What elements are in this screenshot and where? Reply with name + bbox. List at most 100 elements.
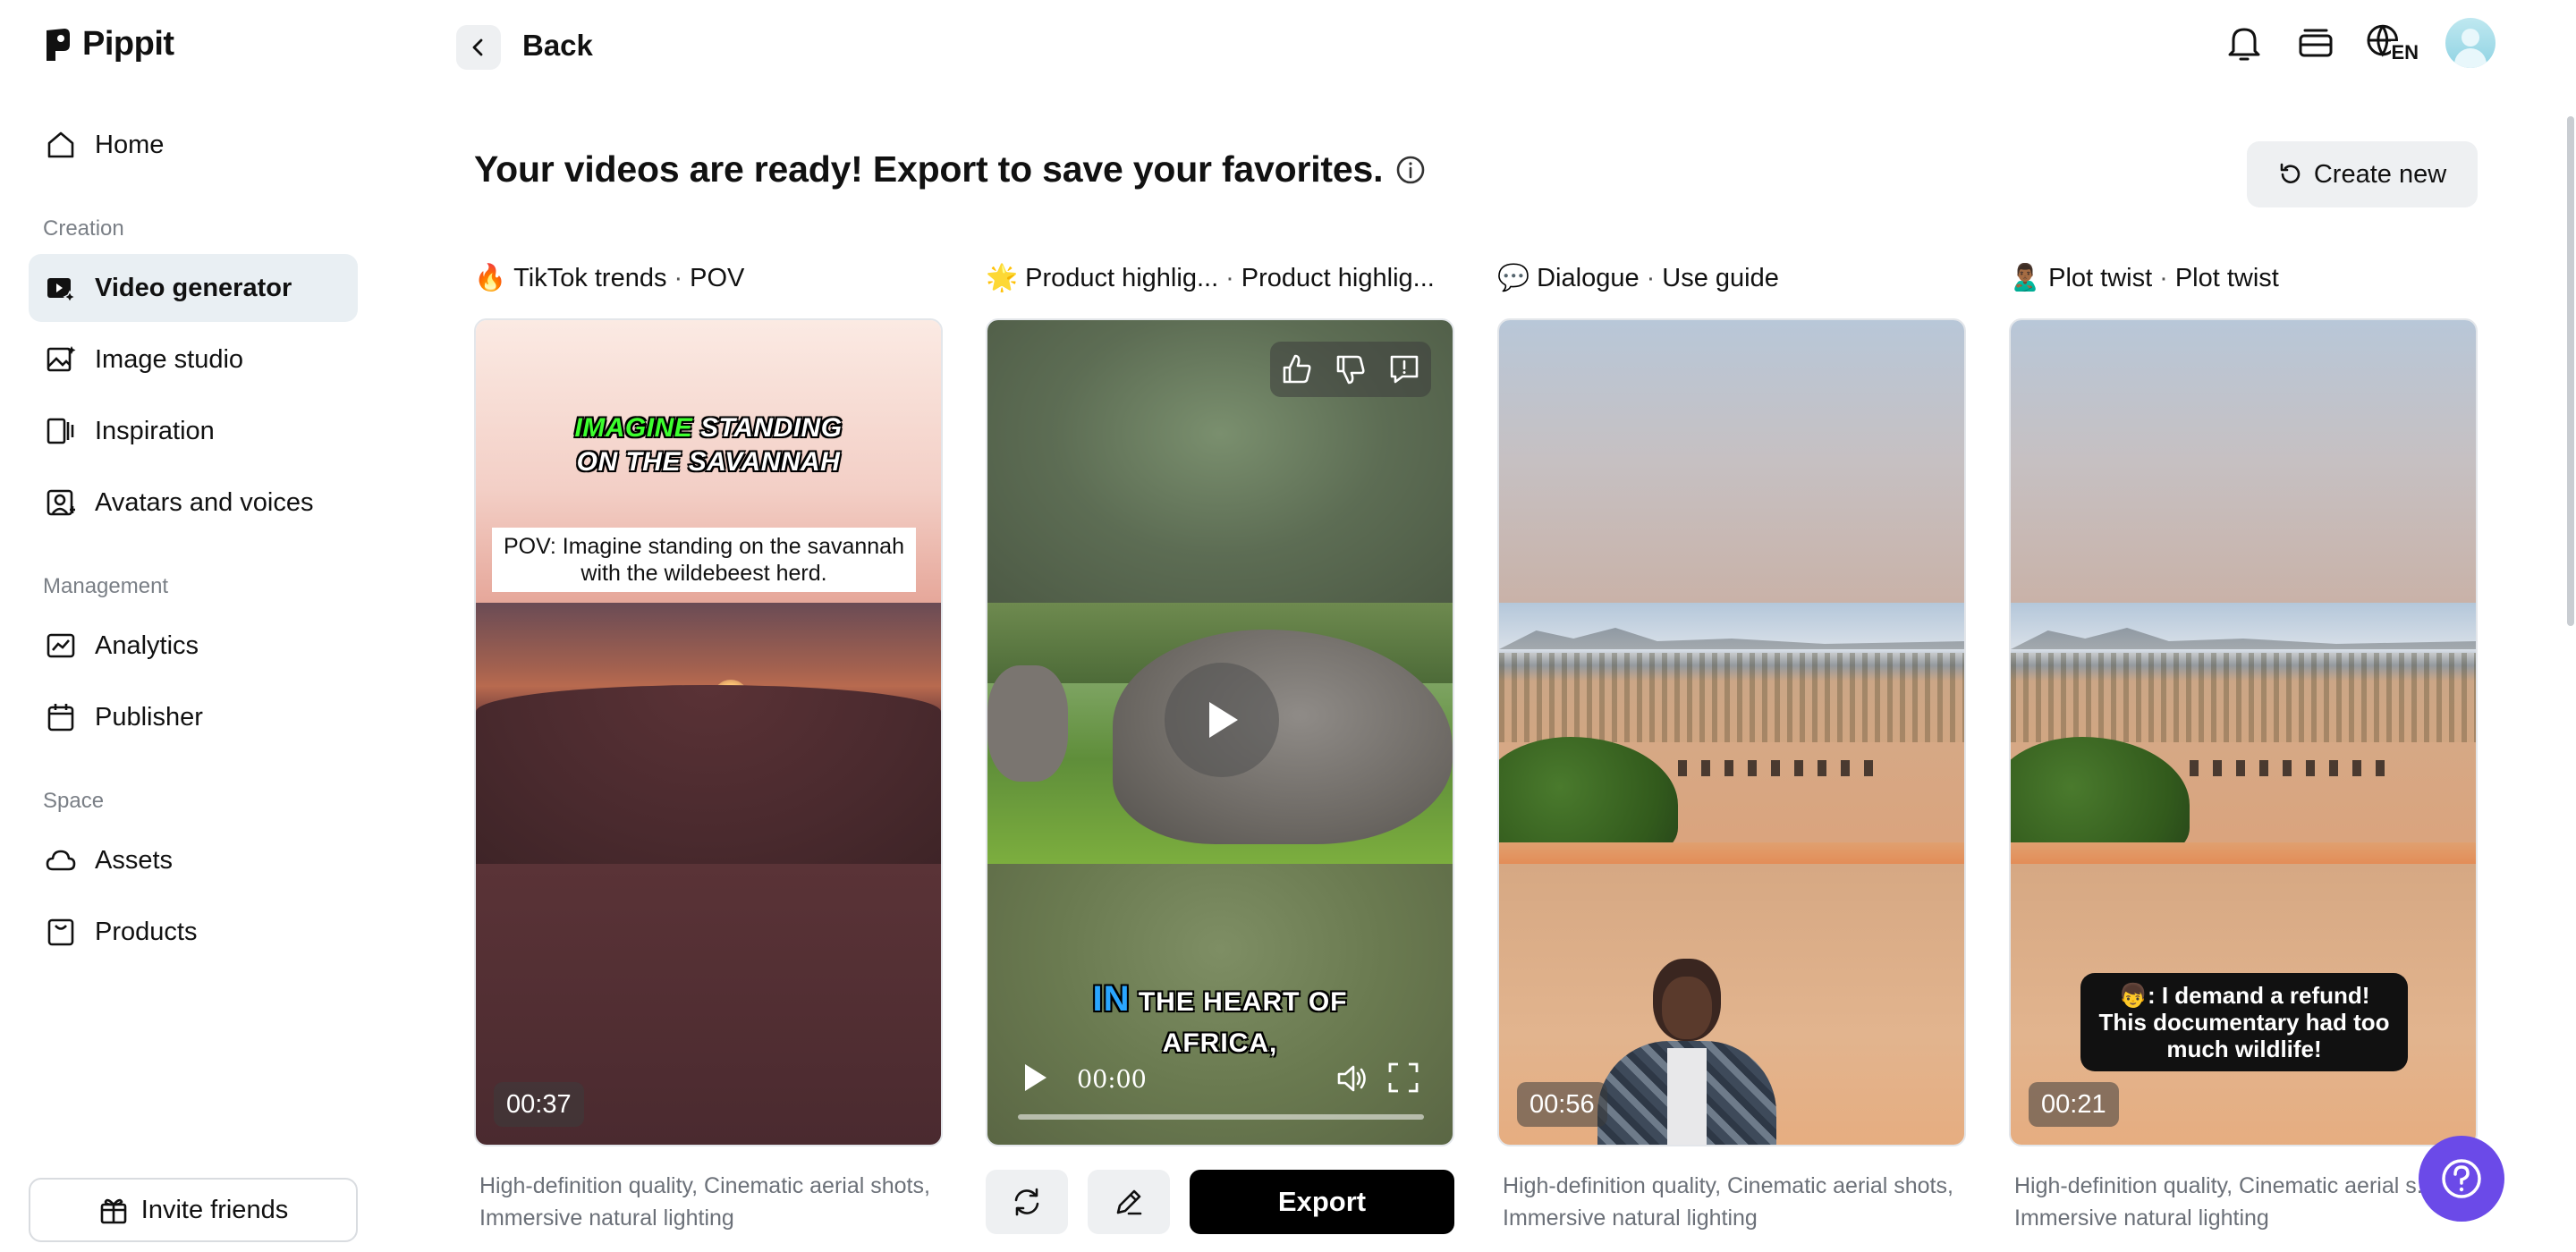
play-icon[interactable] [1020,1061,1050,1095]
edit-button[interactable] [1088,1170,1170,1234]
logo[interactable]: Pippit [43,25,174,63]
video-caption: POV: Imagine standing on the savannah wi… [492,528,916,592]
sidebar-item-assets[interactable]: Assets [29,826,358,894]
calendar-icon [47,704,74,732]
playback-time: 00:00 [1077,1066,1147,1094]
column-title-a: Product highlig... [1025,263,1219,292]
feedback-bar [1270,342,1431,397]
sidebar-item-label: Inspiration [95,416,215,445]
column-title-b: POV [690,263,745,292]
home-icon [47,131,74,158]
analytics-icon [47,633,75,658]
scrub-graphic [2011,653,2476,742]
sidebar: Pippit Home Creation Video generator Ima… [0,0,385,1252]
question-icon [2442,1159,2481,1198]
avatar-icon [47,489,75,516]
header-actions: EN [2222,18,2496,68]
dust-graphic [2011,842,2476,864]
export-button[interactable]: Export [1190,1170,1454,1234]
duration-badge: 00:21 [2029,1082,2119,1127]
dust-graphic [1499,842,1964,864]
volume-icon[interactable] [1335,1061,1370,1096]
back-button[interactable] [456,25,501,70]
video-card-2[interactable]: IN THE HEART OF AFRICA, 00:00 [986,318,1454,1146]
player-controls: 00:00 [987,1048,1453,1120]
inspiration-icon [47,418,74,444]
regenerate-button[interactable] [986,1170,1068,1234]
user-avatar[interactable] [2445,18,2496,68]
sidebar-item-inspiration[interactable]: Inspiration [29,397,358,465]
title-separator: · [1225,263,1234,292]
video-column-1: 🔥 TikTok trends · POV IMAGINE STANDING O… [474,259,943,1231]
video-thumb-mid [2011,603,2476,864]
section-management: Management [43,574,169,598]
progress-bar[interactable] [1018,1114,1424,1120]
headline-line2: ON THE SAVANNAH [576,447,841,477]
video-card-1[interactable]: IMAGINE STANDING ON THE SAVANNAH POV: Im… [474,318,943,1146]
info-icon[interactable] [1395,155,1426,185]
pencil-icon [1116,1189,1142,1215]
video-description: High-definition quality, Cinematic aeria… [1503,1173,1953,1231]
thumbs-down-icon[interactable] [1333,351,1368,387]
title-separator: · [1646,263,1656,292]
video-thumb-mid [476,603,941,864]
back-label[interactable]: Back [522,29,593,63]
column-title-b: Plot twist [2174,263,2279,292]
bell-icon [2228,28,2260,61]
chevron-left-icon [472,38,483,56]
language-label: EN [2391,41,2419,64]
sidebar-item-analytics[interactable]: Analytics [29,612,358,680]
play-overlay-button[interactable] [1165,663,1279,777]
video-thumb-mid [1499,603,1964,864]
regenerate-icon [1014,1188,1039,1216]
dialogue-bubble: 👦: I demand a refund! This documentary h… [2080,973,2408,1071]
layers-icon [2299,29,2333,57]
sidebar-item-publisher[interactable]: Publisher [29,683,358,751]
video-column-4: 🙎🏾‍♂️ Plot twist · Plot twist 👦: I deman… [2009,259,2478,1231]
sidebar-item-products[interactable]: Products [29,898,358,966]
column-title: 🙎🏾‍♂️ Plot twist · Plot twist [2009,259,2478,297]
sidebar-item-label: Analytics [95,630,199,660]
presenter-face [1662,977,1712,1039]
person-emoji-icon: 🙎🏾‍♂️ [2009,264,2042,292]
video-description: High-definition quality, Cinematic aeria… [2014,1173,2442,1231]
sparkle-icon: 🌟 [986,264,1019,292]
invite-friends-label: Invite friends [140,1195,289,1224]
title-separator: · [2159,263,2168,292]
product-icon [47,918,74,946]
video-column-3: 💬 Dialogue · Use guide 00:56 High-defini… [1497,259,1966,1231]
section-space: Space [43,789,105,813]
sidebar-item-label: Video generator [95,273,292,302]
duration-badge: 00:37 [494,1082,584,1127]
subscription-button[interactable] [2293,18,2338,68]
elephant-small-graphic [987,665,1068,782]
presenter-tshirt [1667,1048,1707,1145]
column-title-a: TikTok trends [513,263,667,292]
notifications-button[interactable] [2222,18,2267,68]
speech-bubble-icon: 💬 [1497,264,1530,292]
sidebar-item-label: Avatars and voices [95,487,314,517]
thumbs-up-icon[interactable] [1279,351,1315,387]
language-button[interactable]: EN [2365,18,2419,68]
video-thumb-top [2011,320,2476,603]
fullscreen-icon[interactable] [1386,1061,1420,1095]
pippit-logo-icon [47,28,70,61]
sidebar-item-home[interactable]: Home [29,111,358,179]
help-button[interactable] [2419,1136,2504,1222]
page-scrollbar[interactable] [2567,116,2574,626]
report-icon[interactable] [1386,351,1422,387]
video-card-3[interactable]: 00:56 [1497,318,1966,1146]
sidebar-item-image-studio[interactable]: Image studio [29,326,358,393]
refresh-icon [2280,163,2301,183]
video-headline: IMAGINE STANDING ON THE SAVANNAH [476,411,941,479]
sidebar-item-label: Publisher [95,702,203,732]
hill-graphic [476,685,941,864]
video-description: High-definition quality, Cinematic aeria… [479,1173,930,1231]
video-card-4[interactable]: 👦: I demand a refund! This documentary h… [2009,318,2478,1146]
create-new-button[interactable]: Create new [2247,141,2478,207]
subtitle-highlight: IN [1092,979,1131,1019]
invite-friends-button[interactable]: Invite friends [29,1178,358,1242]
sidebar-item-avatars-and-voices[interactable]: Avatars and voices [29,469,358,537]
sidebar-item-video-generator[interactable]: Video generator [29,254,358,322]
sidebar-item-label: Assets [95,845,174,875]
